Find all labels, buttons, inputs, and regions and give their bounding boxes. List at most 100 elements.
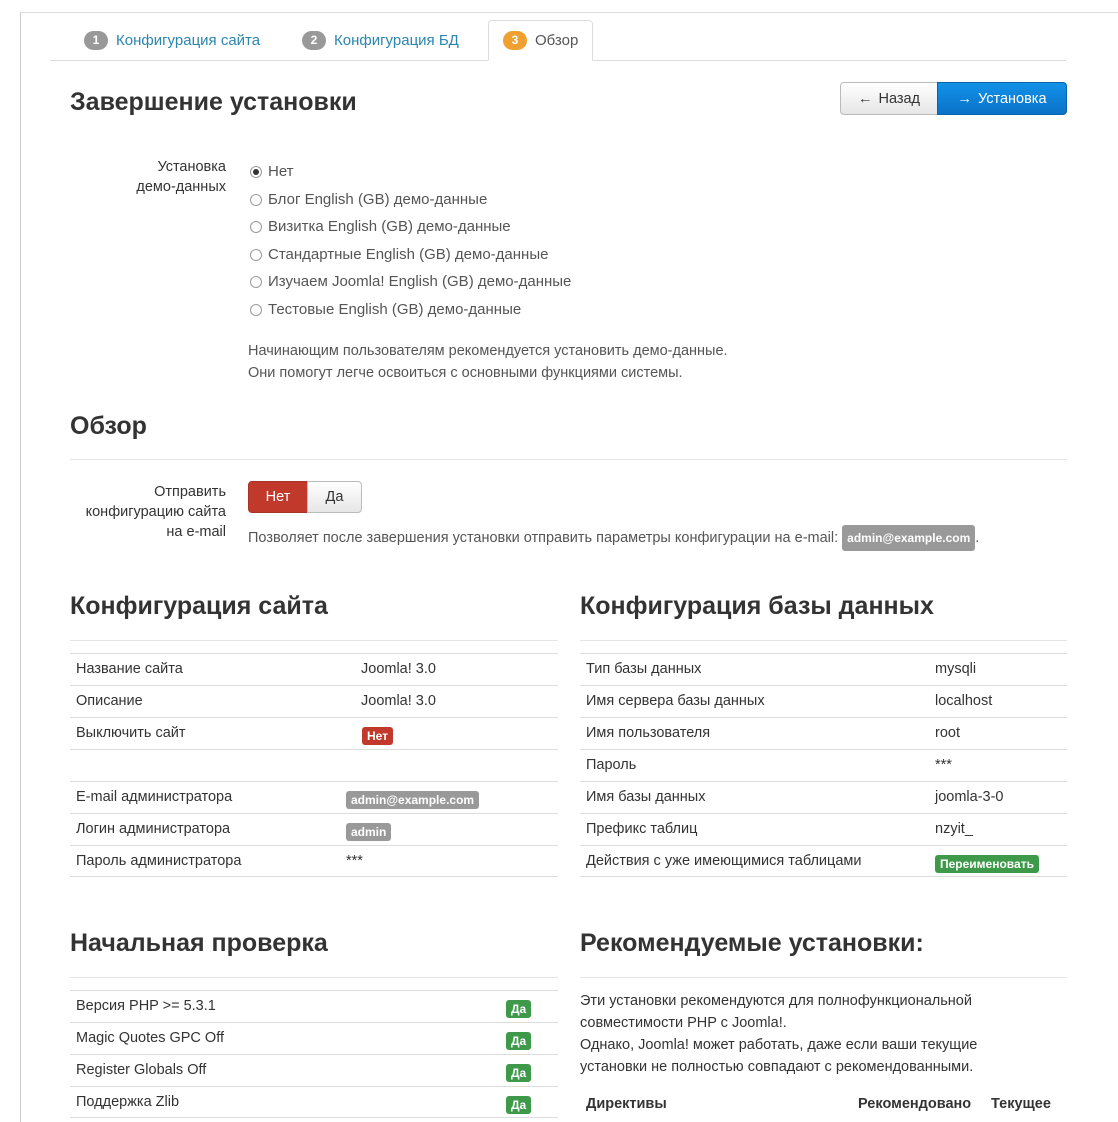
step-number: 1 [84, 30, 108, 50]
tab-db-config[interactable]: 2 Конфигурация БД [302, 20, 459, 60]
divider [70, 459, 1067, 460]
recommended-title: Рекомендуемые установки: [580, 929, 924, 957]
divider [70, 640, 558, 641]
period: . [975, 530, 980, 546]
text-line: совместимости PHP с Joomla!. [580, 1015, 787, 1031]
label-line: Отправить [154, 484, 226, 500]
row-key: Register Globals Off [76, 1062, 207, 1078]
back-button[interactable]: ← Назад [840, 82, 938, 115]
radio-unchecked-icon[interactable] [250, 303, 262, 316]
radio-label: Тестовые English (GB) демо-данные [268, 301, 522, 318]
email-help: Позволяет после завершения установки отп… [248, 525, 979, 551]
site-config-table: Название сайта Joomla! 3.0 Описание Joomla… [70, 653, 558, 877]
table-row: Имя сервера базы данных localhost [580, 685, 1067, 717]
table-row: Имя пользователя root [580, 717, 1067, 749]
row-key: Имя пользователя [586, 725, 711, 741]
radio-unchecked-icon[interactable] [250, 275, 262, 288]
divider [580, 977, 1067, 978]
row-value: Joomla! 3.0 [361, 661, 436, 677]
email-help-text: Позволяет после завершения установки отп… [248, 530, 839, 546]
row-key: Имя сервера базы данных [586, 693, 765, 709]
row-key: Пароль администратора [76, 853, 242, 869]
radio-checked-icon[interactable] [250, 165, 262, 178]
row-value: joomla-3-0 [935, 789, 1004, 805]
check-badge: Да [506, 1096, 532, 1114]
check-badge: Да [506, 1000, 532, 1018]
column-header: Директивы [586, 1096, 667, 1112]
radio-label: Блог English (GB) демо-данные [268, 191, 488, 208]
email-toggle-yes[interactable]: Да [307, 481, 362, 513]
row-value: root [935, 725, 960, 741]
radio-unchecked-icon[interactable] [250, 220, 262, 233]
install-label: Установка [977, 90, 1047, 107]
row-key: Пароль [586, 757, 637, 773]
radio-unchecked-icon[interactable] [250, 248, 262, 261]
email-badge: admin@example.com [842, 525, 976, 551]
radio-option-blog[interactable]: Блог English (GB) демо-данные [250, 191, 487, 208]
row-key: Описание [76, 693, 143, 709]
db-config-title: Конфигурация базы данных [580, 592, 934, 620]
radio-option-test[interactable]: Тестовые English (GB) демо-данные [250, 301, 521, 318]
radio-option-learn[interactable]: Изучаем Joomla! English (GB) демо-данные [250, 273, 571, 290]
text-line: установки не полностью совпадают с реком… [580, 1059, 974, 1075]
install-button[interactable]: → Установка [937, 82, 1067, 115]
site-config-title: Конфигурация сайта [70, 592, 328, 620]
check-badge: Да [506, 1032, 532, 1050]
directives-table-header: Директивы Рекомендовано Текущее [580, 1087, 1067, 1121]
precheck-title: Начальная проверка [70, 929, 328, 957]
radio-option-brochure[interactable]: Визитка English (GB) демо-данные [250, 218, 511, 235]
radio-label: Нет [268, 163, 294, 180]
overview-title: Обзор [70, 412, 147, 440]
help-line: Они помогут легче освоиться с основными … [248, 365, 683, 381]
table-row: Выключить сайт Нет [70, 717, 558, 749]
row-key: Имя базы данных [586, 789, 706, 805]
help-line: Начинающим пользователям рекомендуется у… [248, 343, 728, 359]
radio-unchecked-icon[interactable] [250, 193, 262, 206]
table-row: Пароль администратора *** [70, 845, 558, 877]
recommended-text: Эти установки рекомендуются для полнофун… [580, 990, 1050, 1078]
row-key: E-mail администратора [76, 789, 233, 805]
table-row: Название сайта Joomla! 3.0 [70, 653, 558, 685]
tab-site-config[interactable]: 1 Конфигурация сайта [84, 20, 260, 60]
table-row: Префикс таблиц nzyit_ [580, 813, 1067, 845]
row-value: localhost [935, 693, 993, 709]
tab-label: Конфигурация БД [334, 31, 459, 49]
demo-data-label: Установка демо-данных [100, 157, 226, 197]
table-row: Имя базы данных joomla-3-0 [580, 781, 1067, 813]
text-line: Однако, Joomla! может работать, даже есл… [580, 1037, 978, 1053]
login-badge: admin [346, 823, 392, 841]
email-config-label: Отправить конфигурацию сайта на e-mail [60, 482, 226, 542]
row-key: Magic Quotes GPC Off [76, 1030, 225, 1046]
radio-option-default[interactable]: Стандартные English (GB) демо-данные [250, 246, 548, 263]
email-toggle-no[interactable]: Нет [248, 481, 308, 513]
table-row: Тип базы данных mysqli [580, 653, 1067, 685]
table-row: Register Globals Off Да [70, 1054, 558, 1086]
radio-label: Изучаем Joomla! English (GB) демо-данные [268, 273, 572, 290]
label-line: конфигурацию сайта [85, 504, 226, 520]
row-value: *** [935, 757, 952, 773]
radio-option-none[interactable]: Нет [250, 163, 294, 180]
divider [580, 640, 1067, 641]
step-number: 3 [503, 31, 527, 50]
tab-overview[interactable]: 3 Обзор [488, 20, 594, 61]
label-line: Установка [157, 159, 226, 175]
label-line: демо-данных [136, 179, 226, 195]
row-value: mysqli [935, 661, 977, 677]
row-key: Версия PHP >= 5.3.1 [76, 998, 216, 1014]
row-value: nzyit_ [935, 821, 973, 837]
table-row: Описание Joomla! 3.0 [70, 685, 558, 717]
precheck-table: Версия PHP >= 5.3.1 Да Magic Quotes GPC O… [70, 990, 558, 1118]
table-row: Логин администратора admin [70, 813, 558, 845]
radio-label: Визитка English (GB) демо-данные [268, 218, 511, 235]
email-badge: admin@example.com [346, 791, 480, 809]
column-header: Текущее [991, 1096, 1051, 1112]
row-key: Тип базы данных [586, 661, 702, 677]
column-header: Рекомендовано [858, 1096, 972, 1112]
row-key: Выключить сайт [76, 725, 186, 741]
radio-label: Стандартные English (GB) демо-данные [268, 246, 549, 263]
check-badge: Да [506, 1064, 532, 1082]
demo-help-text: Начинающим пользователям рекомендуется у… [248, 340, 728, 384]
step-tabs: 1 Конфигурация сайта 2 Конфигурация БД 3… [50, 20, 1066, 61]
db-config-table: Тип базы данных mysqli Имя сервера базы д… [580, 653, 1067, 877]
tab-label: Обзор [535, 32, 579, 49]
